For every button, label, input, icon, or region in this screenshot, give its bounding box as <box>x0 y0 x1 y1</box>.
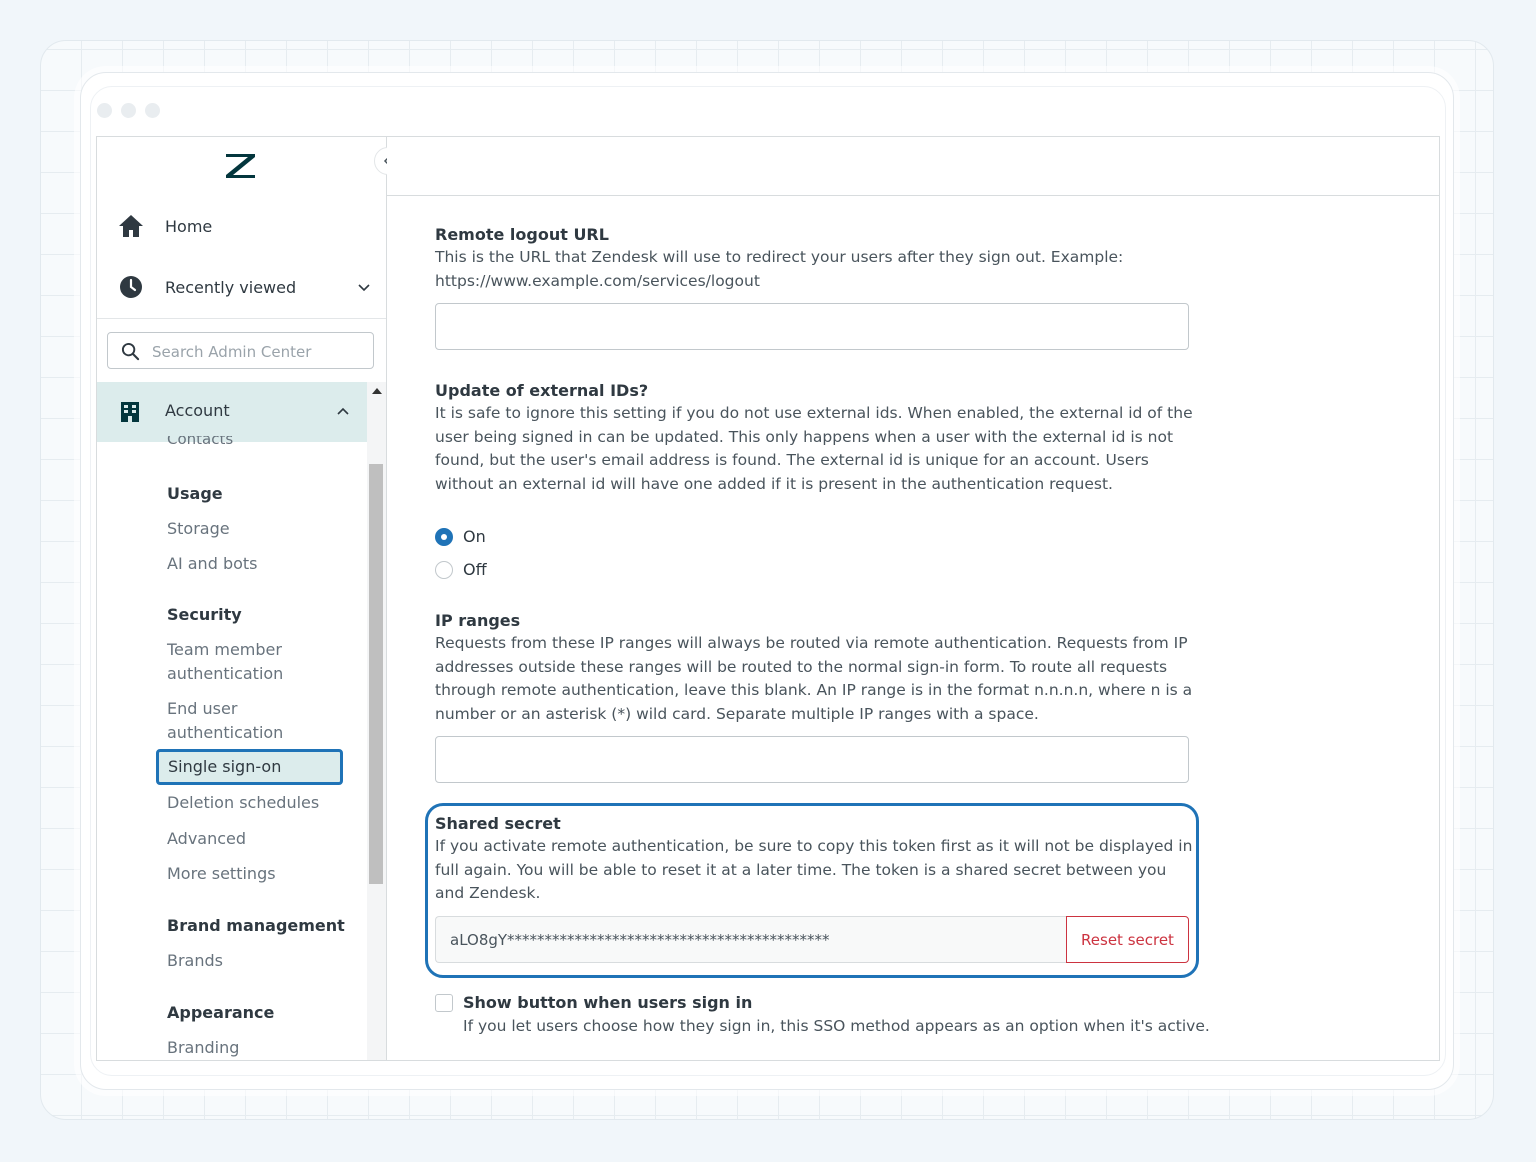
sidebar-item-label: Account <box>165 401 230 420</box>
sidebar-item-branding[interactable]: Branding <box>167 1036 239 1060</box>
ip-ranges-hint: Requests from these IP ranges will alway… <box>435 634 1193 724</box>
sidebar-item-team-member-authentication[interactable]: Team member authentication <box>167 638 297 686</box>
section-heading-brand-management: Brand management <box>167 916 345 935</box>
chevron-up-icon <box>337 407 349 415</box>
top-bar <box>387 137 1439 196</box>
shared-secret-input[interactable] <box>436 917 1067 962</box>
sidebar-item-more-settings[interactable]: More settings <box>167 862 276 886</box>
show-button-checkbox[interactable] <box>435 994 453 1012</box>
sidebar-item-label: Recently viewed <box>165 277 297 297</box>
reset-secret-button[interactable]: Reset secret <box>1066 916 1189 963</box>
section-heading-appearance: Appearance <box>167 1003 275 1022</box>
chevron-down-icon <box>358 284 370 292</box>
section-heading-usage: Usage <box>167 484 223 503</box>
radio-button[interactable] <box>435 560 453 579</box>
radio-label: On <box>463 527 486 546</box>
search-input-wrapper <box>107 332 374 369</box>
remote-logout-url-input[interactable] <box>436 304 1188 349</box>
ip-ranges-field <box>435 736 1189 783</box>
scroll-up-arrow-icon[interactable] <box>372 388 382 394</box>
window-dot-minimize <box>121 103 136 118</box>
shared-secret-field <box>435 916 1067 963</box>
building-icon <box>121 402 139 422</box>
shared-secret-hint: If you activate remote authentication, b… <box>435 837 1193 903</box>
window-dot-close <box>97 103 112 118</box>
show-button-label: Show button when users sign in <box>463 993 753 1012</box>
radio-button-checked[interactable] <box>435 527 453 546</box>
zendesk-logo-icon[interactable] <box>224 151 258 179</box>
sidebar: Home Recently viewed Account Contacts <box>97 137 387 1060</box>
sidebar-item-home[interactable]: Home <box>97 206 386 246</box>
sidebar-item-label: Single sign-on <box>168 757 282 776</box>
home-icon <box>117 212 145 240</box>
external-ids-radio-on[interactable]: On <box>435 527 486 546</box>
ip-ranges-input[interactable] <box>436 737 1188 782</box>
sidebar-scrollbar-thumb[interactable] <box>369 464 383 884</box>
search-input[interactable] <box>150 339 369 365</box>
section-heading-security: Security <box>167 605 242 624</box>
remote-logout-url-label: Remote logout URL <box>435 225 609 244</box>
shared-secret-label: Shared secret <box>435 814 561 833</box>
sidebar-divider <box>97 318 386 319</box>
sidebar-item-single-sign-on[interactable]: Single sign-on <box>156 749 343 785</box>
search-icon <box>121 342 140 361</box>
external-ids-label: Update of external IDs? <box>435 381 649 400</box>
external-ids-radio-off[interactable]: Off <box>435 560 487 579</box>
remote-logout-url-field <box>435 303 1189 350</box>
sidebar-item-account[interactable]: Account <box>97 382 367 442</box>
sidebar-item-storage[interactable]: Storage <box>167 517 230 541</box>
ip-ranges-label: IP ranges <box>435 611 521 630</box>
sidebar-item-ai-and-bots[interactable]: AI and bots <box>167 552 258 576</box>
radio-label: Off <box>463 560 487 579</box>
window-dot-maximize <box>145 103 160 118</box>
show-button-hint: If you let users choose how they sign in… <box>463 1017 1210 1035</box>
clock-icon <box>117 273 145 301</box>
sidebar-item-label: Home <box>165 216 213 236</box>
sidebar-item-recently-viewed[interactable]: Recently viewed <box>97 267 386 307</box>
sidebar-item-end-user-authentication[interactable]: End user authentication <box>167 697 297 745</box>
sidebar-item-advanced[interactable]: Advanced <box>167 827 246 851</box>
sso-settings-form: Remote logout URL This is the URL that Z… <box>387 196 1439 1060</box>
external-ids-hint: It is safe to ignore this setting if you… <box>435 404 1193 494</box>
sidebar-item-deletion-schedules[interactable]: Deletion schedules <box>167 791 319 815</box>
admin-center-app: Home Recently viewed Account Contacts <box>96 136 1440 1061</box>
sidebar-item-contacts[interactable]: Contacts <box>167 436 233 450</box>
sidebar-item-brands[interactable]: Brands <box>167 949 223 973</box>
remote-logout-url-hint: This is the URL that Zendesk will use to… <box>435 248 1124 290</box>
shared-secret-row: Reset secret <box>435 916 1189 963</box>
